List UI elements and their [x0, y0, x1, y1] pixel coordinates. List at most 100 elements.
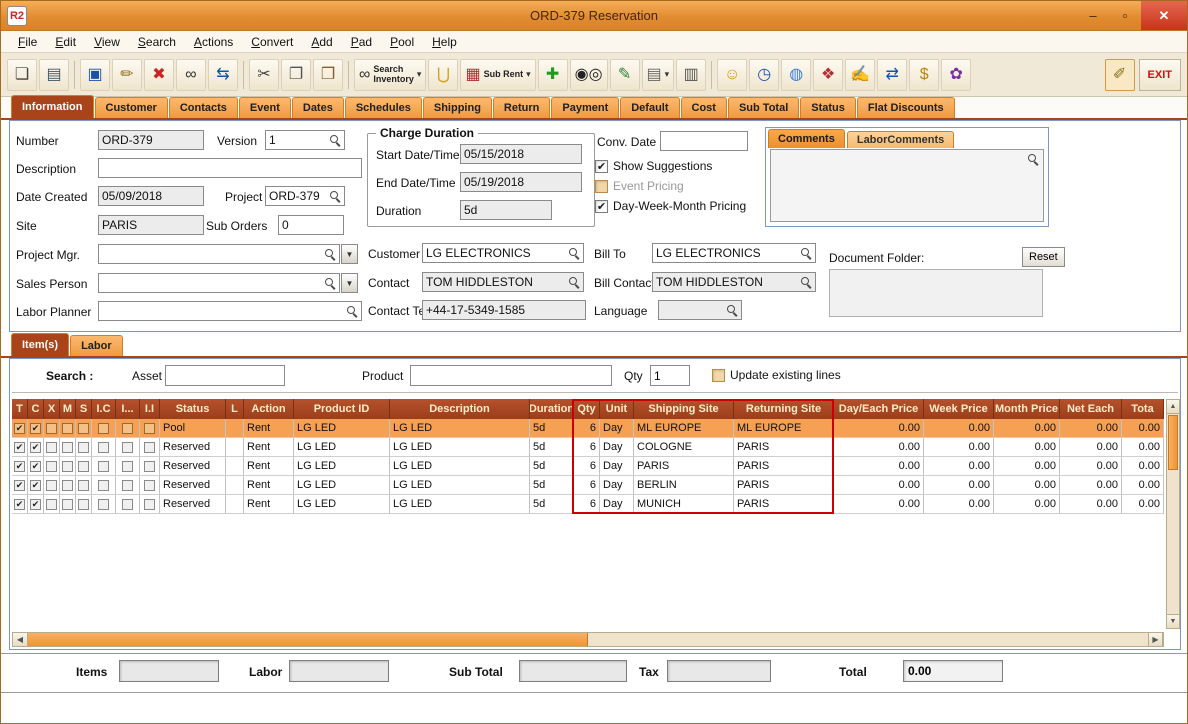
checkbox-icon[interactable] [62, 460, 73, 472]
checkbox-icon[interactable] [122, 441, 133, 453]
wand-button[interactable]: ✐ [1104, 58, 1135, 91]
search-icon[interactable] [346, 305, 358, 317]
checkbox-icon[interactable] [62, 479, 73, 491]
scroll-right-icon[interactable]: ▶ [1148, 633, 1163, 646]
product-input[interactable] [410, 365, 612, 386]
menu-pool[interactable]: Pool [381, 33, 423, 51]
cell-status[interactable]: Reserved [160, 438, 226, 457]
cell-week-price[interactable]: 0.00 [924, 476, 994, 495]
paste-button[interactable]: ❒ [313, 58, 343, 91]
cell-description[interactable]: LG LED [390, 476, 530, 495]
pad-stack-button[interactable]: ▤ ▾ [641, 58, 675, 91]
cell-net-each[interactable]: 0.00 [1060, 495, 1122, 514]
cell-check-t[interactable] [12, 457, 28, 476]
column-header-i-c[interactable]: I.C [92, 399, 116, 419]
bill-to-field[interactable]: LG ELECTRONICS [652, 243, 816, 263]
checkbox-icon[interactable] [30, 422, 41, 434]
checkbox-icon[interactable] [14, 498, 25, 510]
sub-rent-button[interactable]: ▦ Sub Rent ▾ [460, 58, 536, 91]
language-field[interactable] [658, 300, 742, 320]
cell-check-m[interactable] [60, 495, 76, 514]
table-row-5[interactable]: ReservedRentLG LEDLG LED5d6DayMUNICHPARI… [12, 495, 1164, 514]
cell-duration[interactable]: 5d [530, 476, 574, 495]
show-suggestions-checkbox[interactable]: Show Suggestions [595, 159, 712, 173]
cell-check-i-c[interactable] [92, 438, 116, 457]
cell-month-price[interactable]: 0.00 [994, 476, 1060, 495]
checkbox-icon[interactable] [144, 441, 155, 453]
search-icon[interactable] [324, 248, 336, 260]
cell-duration[interactable]: 5d [530, 419, 574, 438]
duration-field[interactable]: 5d [460, 200, 552, 220]
menu-edit[interactable]: Edit [46, 33, 85, 51]
cell-check-i-i[interactable] [140, 476, 160, 495]
checkbox-icon[interactable] [14, 460, 25, 472]
column-header-product-id[interactable]: Product ID [294, 399, 390, 419]
cell-l[interactable] [226, 438, 244, 457]
cell-unit[interactable]: Day [600, 495, 634, 514]
checkbox-icon[interactable] [78, 498, 89, 510]
new-document-button[interactable]: ❏ [7, 58, 37, 91]
project-field[interactable]: ORD-379 [265, 186, 345, 206]
cell-status[interactable]: Reserved [160, 457, 226, 476]
tab-comments[interactable]: Comments [768, 129, 845, 148]
checkbox-icon[interactable] [46, 479, 57, 491]
search-icon[interactable] [800, 276, 812, 288]
cell-duration[interactable]: 5d [530, 495, 574, 514]
menu-file[interactable]: File [9, 33, 46, 51]
checkbox-icon[interactable] [78, 460, 89, 472]
cell-shipping-site[interactable]: MUNICH [634, 495, 734, 514]
vertical-scroll-thumb[interactable] [1168, 415, 1178, 470]
checkbox-icon[interactable] [46, 460, 57, 472]
column-header-m[interactable]: M [60, 399, 76, 419]
cell-check-m[interactable] [60, 419, 76, 438]
cell-net-each[interactable]: 0.00 [1060, 457, 1122, 476]
cell-day-each-price[interactable]: 0.00 [834, 495, 924, 514]
checkbox-icon[interactable] [122, 479, 133, 491]
checkbox-icon[interactable] [78, 441, 89, 453]
cell-product-id[interactable]: LG LED [294, 438, 390, 457]
cell-product-id[interactable]: LG LED [294, 495, 390, 514]
cell-check-m[interactable] [60, 438, 76, 457]
horizontal-scrollbar[interactable]: ◀ ▶ [12, 632, 1164, 647]
cell-qty[interactable]: 6 [574, 457, 600, 476]
tab-status[interactable]: Status [800, 97, 856, 118]
tab-default[interactable]: Default [620, 97, 680, 118]
checkbox-icon[interactable] [144, 498, 155, 510]
horizontal-scroll-thumb[interactable] [28, 633, 588, 646]
column-header-duration[interactable]: Duration [530, 399, 574, 419]
checkbox-icon[interactable] [62, 422, 73, 434]
cell-check-x[interactable] [44, 438, 60, 457]
cell-l[interactable] [226, 419, 244, 438]
checkbox-icon[interactable] [30, 479, 41, 491]
cell-month-price[interactable]: 0.00 [994, 457, 1060, 476]
cell-description[interactable]: LG LED [390, 419, 530, 438]
tab-information[interactable]: Information [11, 95, 94, 118]
cut-button[interactable]: ✂ [249, 58, 279, 91]
cell-qty[interactable]: 6 [574, 438, 600, 457]
tab-cost[interactable]: Cost [680, 97, 727, 118]
cell-check-x[interactable] [44, 476, 60, 495]
cell-duration[interactable]: 5d [530, 438, 574, 457]
cell-qty[interactable]: 6 [574, 495, 600, 514]
tab-payment[interactable]: Payment [551, 97, 620, 118]
cell-total[interactable]: 0.00 [1122, 457, 1164, 476]
cell-check-m[interactable] [60, 457, 76, 476]
cell-check-s[interactable] [76, 476, 92, 495]
cell-check-m[interactable] [60, 476, 76, 495]
cell-check-c[interactable] [28, 476, 44, 495]
cell-l[interactable] [226, 476, 244, 495]
cell-check-i-c[interactable] [92, 495, 116, 514]
search-inventory-dropdown-icon[interactable]: ▾ [417, 69, 422, 80]
tab-event[interactable]: Event [238, 97, 291, 118]
menu-help[interactable]: Help [423, 33, 466, 51]
cell-status[interactable]: Reserved [160, 495, 226, 514]
checkbox-icon[interactable] [98, 498, 109, 510]
update-existing-lines-checkbox[interactable]: Update existing lines [712, 368, 841, 382]
cell-returning-site[interactable]: PARIS [734, 476, 834, 495]
description-field[interactable] [98, 158, 362, 178]
cell-day-each-price[interactable]: 0.00 [834, 457, 924, 476]
cell-check-s[interactable] [76, 495, 92, 514]
cell-total[interactable]: 0.00 [1122, 476, 1164, 495]
cell-l[interactable] [226, 457, 244, 476]
cell-week-price[interactable]: 0.00 [924, 438, 994, 457]
